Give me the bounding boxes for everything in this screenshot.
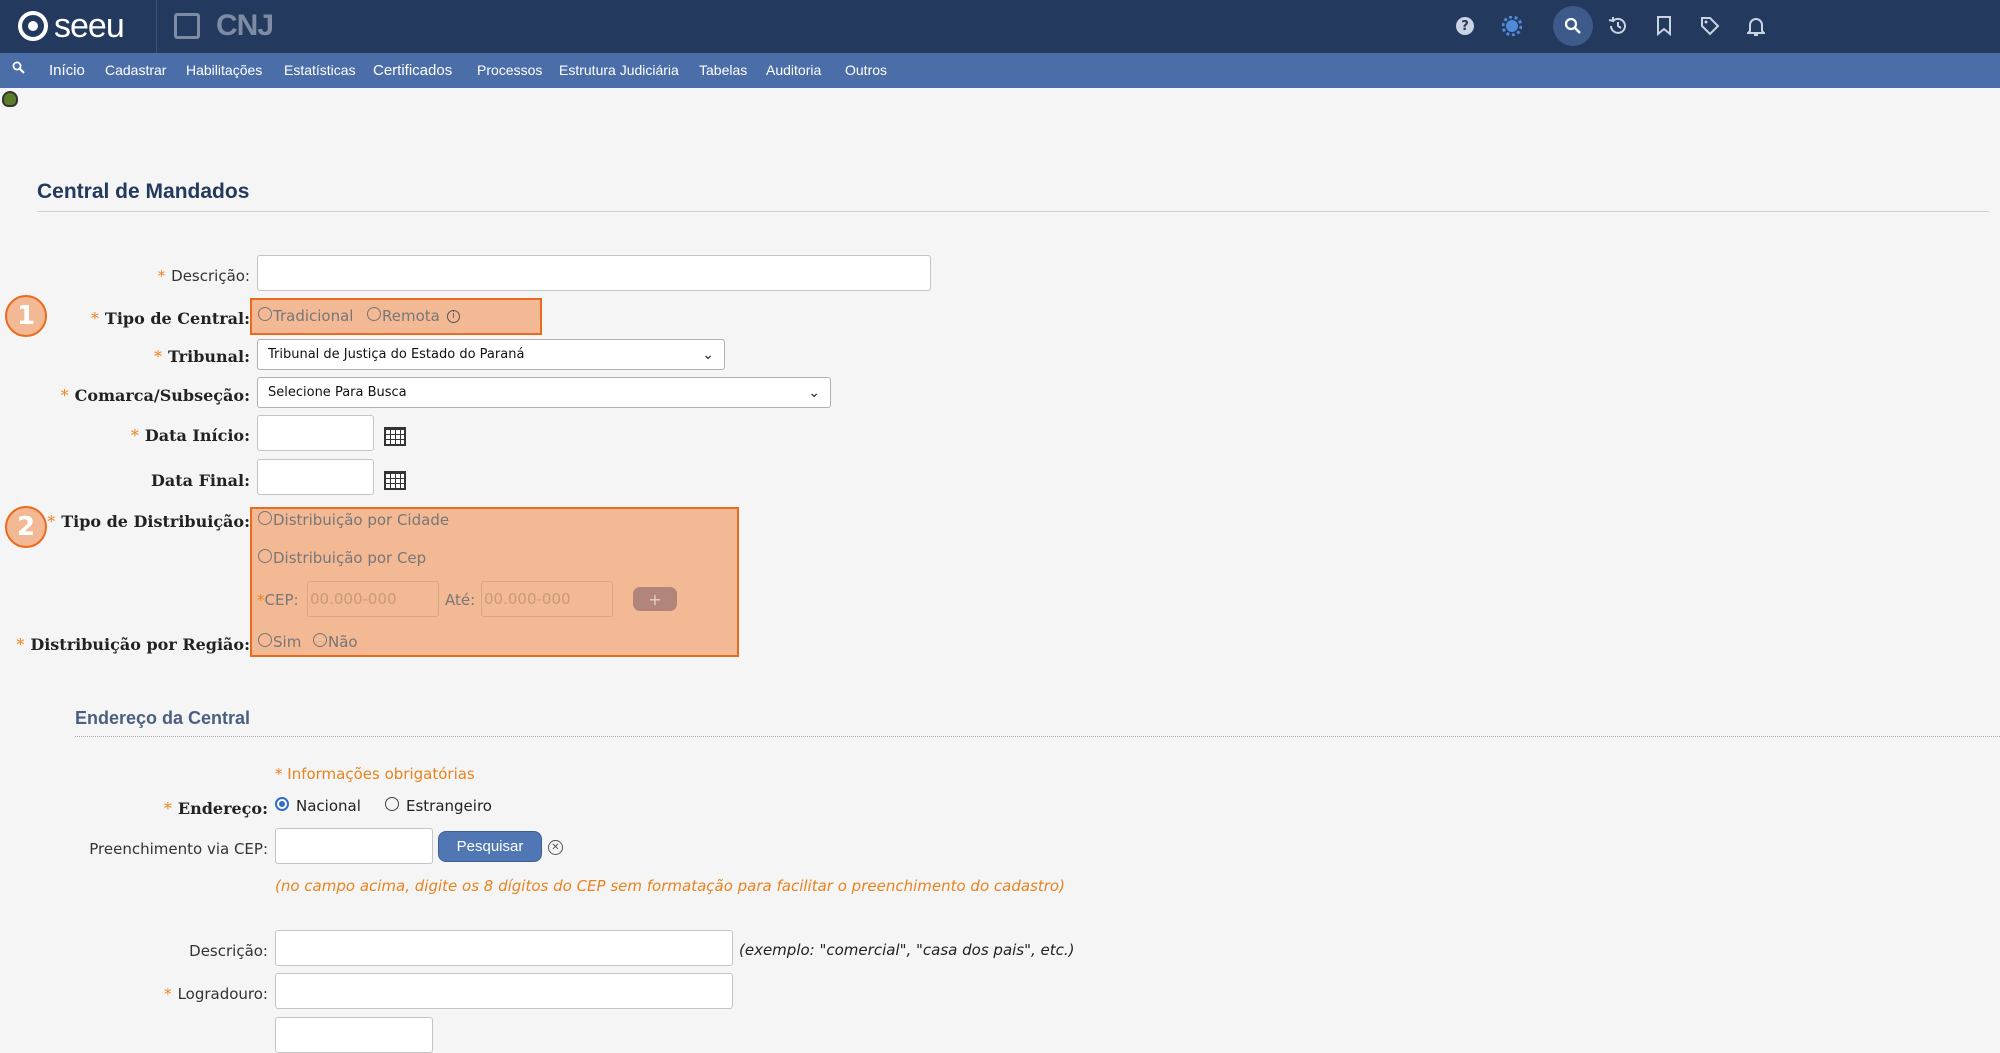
endereco-nacional[interactable]: Nacional [275,797,361,815]
distribuicao-regiao-label: * Distribuição por Região: [16,635,250,654]
step-1-badge: 1 [5,295,47,337]
radio-nacional[interactable] [275,797,289,811]
comarca-label: * Comarca/Subseção: [60,386,250,405]
descricao-hint: (exemplo: "comercial", "casa dos pais", … [739,941,1075,959]
comarca-select[interactable]: Selecione Para Busca ⌄ [257,377,831,408]
seeu-logo[interactable]: seeu [18,6,125,46]
tipo-central-label: * Tipo de Central: [90,309,250,328]
main-menu-bar: Início Cadastrar Habilitações Estatístic… [0,53,2000,88]
logradouro-input[interactable] [275,973,733,1009]
descricao-input[interactable] [257,255,931,291]
ate-label: Até: [445,591,476,609]
search-icon[interactable] [1553,6,1593,46]
top-bar: seeu CNJ ? [0,0,2000,53]
tipo-distribuicao-label: * Tipo de Distribuição: [47,512,250,531]
tribunal-label: * Tribunal: [153,347,250,366]
data-final-calendar-icon[interactable] [384,471,406,490]
required-fields-note: * Informações obrigatórias [275,765,475,783]
radio-remota[interactable] [367,307,381,321]
cep-ate-input[interactable]: 00.000-000 [481,581,613,617]
cep-hint: (no campo acima, digite os 8 dígitos do … [275,877,1065,895]
info-icon[interactable]: i [446,309,460,323]
title-divider [37,211,1989,212]
cnj-logo-text: CNJ [216,9,274,42]
theme-gear-icon[interactable] [1492,6,1532,46]
menu-item-tabelas[interactable]: Tabelas [699,53,747,88]
chevron-down-icon: ⌄ [702,346,714,363]
endereco-descricao-label: Descrição: [189,942,268,960]
menu-item-certificados[interactable]: Certificados [373,53,452,88]
radio-estrangeiro[interactable] [385,797,399,811]
regiao-sim[interactable]: Sim [258,633,301,651]
menu-item-inicio[interactable]: Início [49,53,85,88]
cep-inicio-input[interactable]: 00.000-000 [307,581,439,617]
cnj-logo: CNJ [174,6,274,46]
clear-icon[interactable]: ✕ [548,840,563,855]
turtle-icon [2,91,18,107]
distribuicao-por-cep[interactable]: Distribuição por Cep [258,549,426,567]
menu-item-outros[interactable]: Outros [845,53,887,88]
menu-item-estatisticas[interactable]: Estatísticas [284,53,356,88]
data-final-label: Data Final: [151,471,250,490]
data-final-input[interactable] [257,459,374,495]
radio-regiao-nao[interactable] [313,633,327,647]
tipo-central-remota[interactable]: Remota i [367,307,460,325]
radio-regiao-sim[interactable] [258,633,272,647]
endereco-section-title: Endereço da Central [75,708,251,728]
page-title: Central de Mandados [37,180,250,203]
radio-tradicional[interactable] [258,307,272,321]
history-icon[interactable] [1598,6,1638,46]
logradouro-label: * Logradouro: [164,985,268,1003]
cep-label: * CEP: [257,591,299,609]
seeu-logo-text: seeu [54,6,125,45]
menu-item-auditoria[interactable]: Auditoria [766,53,821,88]
data-inicio-label: * Data Início: [130,426,250,445]
data-inicio-input[interactable] [257,415,374,451]
radio-distribuicao-cep[interactable] [258,549,272,563]
step-2-badge: 2 [5,506,47,548]
descricao-label: * Descrição: [157,267,250,285]
menu-item-estrutura-judiciaria[interactable]: Estrutura Judiciária [559,53,679,88]
menu-item-habilitacoes[interactable]: Habilitações [186,53,262,88]
menu-item-cadastrar[interactable]: Cadastrar [105,53,166,88]
tag-icon[interactable] [1690,6,1730,46]
endereco-label: * Endereço: [163,799,268,818]
menu-search-icon[interactable] [12,60,25,78]
distribuicao-por-cidade[interactable]: Distribuição por Cidade [258,511,449,529]
menu-item-processos[interactable]: Processos [477,53,542,88]
regiao-nao[interactable]: Não [313,633,358,651]
endereco-section-divider [75,736,2000,737]
cep-fill-label: Preenchimento via CEP: [89,840,268,858]
notifications-bell-icon[interactable] [1736,6,1776,46]
help-icon[interactable]: ? [1445,6,1485,46]
bookmark-icon[interactable] [1644,6,1684,46]
cnj-mark-icon [174,13,200,39]
pesquisar-button[interactable]: Pesquisar [438,831,542,862]
endereco-descricao-input[interactable] [275,930,733,966]
cep-fill-input[interactable] [275,828,433,864]
radio-distribuicao-cidade[interactable] [258,511,272,525]
chevron-down-icon: ⌄ [808,384,820,401]
tribunal-select[interactable]: Tribunal de Justiça do Estado do Paraná … [257,339,725,370]
seeu-gear-icon [18,11,48,41]
add-cep-range-button[interactable]: + [633,587,677,611]
tipo-central-tradicional[interactable]: Tradicional [258,307,353,325]
data-inicio-calendar-icon[interactable] [384,427,406,446]
numero-input[interactable] [275,1017,433,1053]
logo-divider [156,0,157,53]
endereco-estrangeiro[interactable]: Estrangeiro [385,797,492,815]
